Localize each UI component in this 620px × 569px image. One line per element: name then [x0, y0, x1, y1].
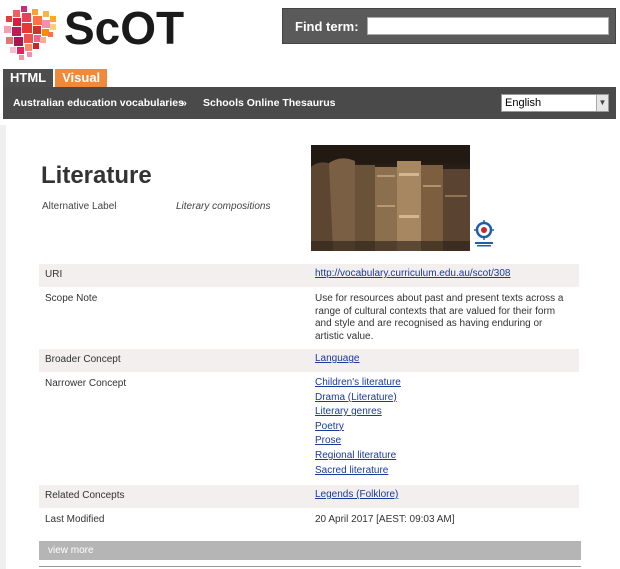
row-broader-concept: Broader Concept Language — [39, 349, 579, 372]
logo-text: ScOT — [64, 2, 185, 54]
row-value-related: Legends (Folklore) — [315, 488, 398, 503]
row-value-uri: http://vocabulary.curriculum.edu.au/scot… — [315, 267, 510, 282]
breadcrumb-link-thesaurus[interactable]: Schools Online Thesaurus — [203, 97, 335, 109]
row-label-modified: Last Modified — [45, 514, 105, 525]
language-selected: English — [505, 97, 542, 109]
row-value-modified: 20 April 2017 [AEST: 09:03 AM] — [315, 514, 455, 525]
related-concept-link[interactable]: Legends (Folklore) — [315, 488, 398, 503]
search-input[interactable] — [367, 17, 609, 35]
logo-mosaic-icon — [4, 6, 56, 60]
row-label-uri: URI — [45, 269, 63, 280]
wikimedia-commons-icon[interactable] — [473, 219, 495, 249]
scope-note-line: range of cultural contexts that are valu… — [315, 305, 556, 317]
alt-label-key: Alternative Label — [42, 201, 117, 212]
breadcrumb-link-vocabularies[interactable]: Australian education vocabularies — [13, 97, 184, 109]
breadcrumb: Australian education vocabularies » Scho… — [3, 87, 616, 119]
row-uri: URI http://vocabulary.curriculum.edu.au/… — [39, 264, 579, 287]
header: ScOT Find term: — [0, 0, 620, 68]
row-label-related: Related Concepts — [45, 490, 125, 501]
row-label-broader: Broader Concept — [45, 354, 121, 365]
language-select[interactable]: English ▼ — [501, 94, 609, 112]
breadcrumb-separator: » — [181, 97, 187, 109]
row-value-scope-note: Use for resources about past and present… — [315, 293, 575, 343]
divider — [39, 566, 581, 567]
row-label-narrower: Narrower Concept — [45, 378, 127, 389]
row-scope-note: Scope Note Use for resources about past … — [39, 288, 579, 348]
tab-html[interactable]: HTML — [3, 69, 54, 87]
search-bar: Find term: — [282, 8, 616, 44]
row-related-concepts: Related Concepts Legends (Folklore) — [39, 485, 579, 508]
narrower-concept-link[interactable]: Literary genres — [315, 405, 401, 420]
scope-note-line: artistic value. — [315, 330, 374, 342]
view-more-button[interactable]: view more — [39, 541, 581, 560]
narrower-concept-link[interactable]: Children's literature — [315, 376, 401, 391]
alt-label-value: Literary compositions — [176, 201, 271, 212]
scope-note-line: Use for resources about past and present… — [315, 293, 564, 304]
row-narrower-concept: Narrower Concept Children's literature D… — [39, 373, 579, 483]
uri-link[interactable]: http://vocabulary.curriculum.edu.au/scot… — [315, 267, 510, 282]
narrower-concept-link[interactable]: Drama (Literature) — [315, 391, 401, 406]
row-value-narrower: Children's literature Drama (Literature)… — [315, 376, 401, 478]
narrower-concept-link[interactable]: Regional literature — [315, 449, 401, 464]
tab-visual[interactable]: Visual — [55, 69, 108, 87]
concept-image[interactable] — [311, 145, 470, 251]
narrower-concept-link[interactable]: Prose — [315, 434, 401, 449]
scope-note-line: and style and are recognised as having e… — [315, 318, 543, 329]
row-value-broader: Language — [315, 352, 360, 367]
view-tabs: HTML Visual — [3, 69, 108, 89]
chevron-down-icon[interactable]: ▼ — [596, 95, 608, 111]
page-title: Literature — [41, 162, 152, 189]
narrower-concept-link[interactable]: Sacred literature — [315, 464, 401, 479]
broader-concept-link[interactable]: Language — [315, 352, 360, 367]
narrower-concept-link[interactable]: Poetry — [315, 420, 401, 435]
row-label-scope-note: Scope Note — [45, 293, 98, 304]
row-last-modified: Last Modified 20 April 2017 [AEST: 09:03… — [39, 509, 579, 532]
search-label: Find term: — [295, 19, 359, 34]
